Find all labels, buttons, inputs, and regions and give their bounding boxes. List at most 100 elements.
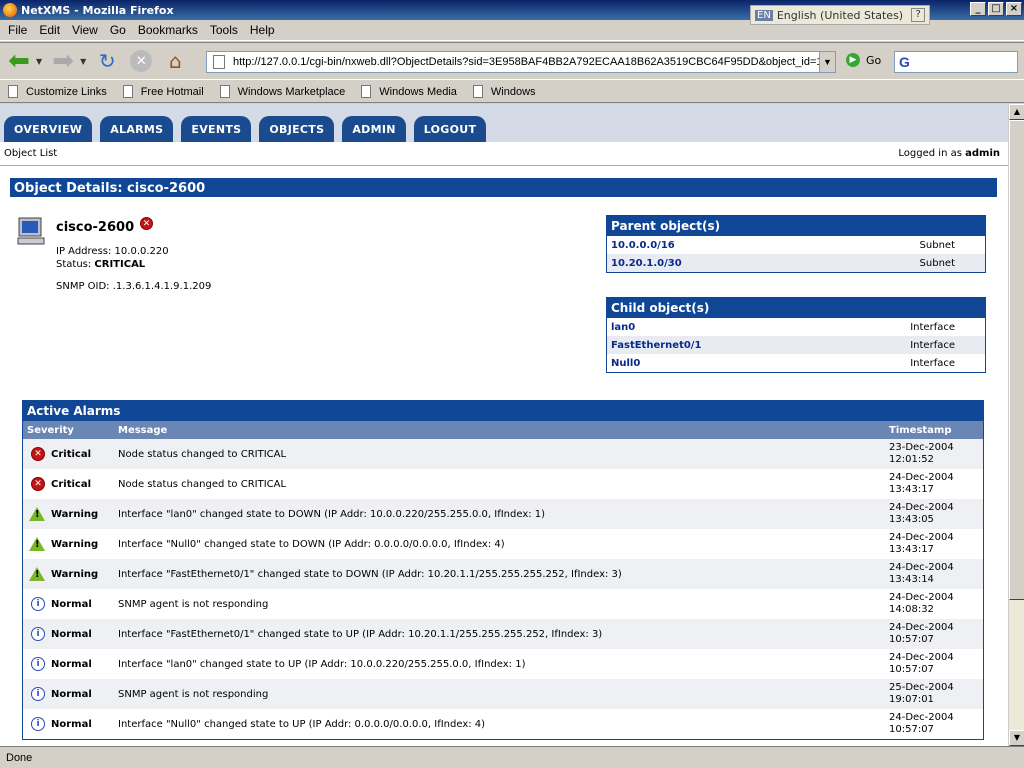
firefox-icon	[3, 3, 17, 17]
forward-dropdown-icon[interactable]: ▼	[80, 57, 86, 66]
minimize-button[interactable]: _	[970, 2, 986, 16]
reload-icon[interactable]: ↻	[92, 46, 122, 76]
page-icon	[213, 55, 225, 69]
bookmark-windows-marketplace[interactable]: Windows Marketplace	[219, 85, 346, 98]
menu-file[interactable]: File	[2, 23, 33, 37]
alarm-row[interactable]: i Normal Interface "FastEthernet0/1" chang…	[23, 619, 983, 649]
alarm-severity: ✕ Critical	[23, 447, 118, 461]
alarm-date: 24-Dec-2004	[889, 712, 954, 723]
maximize-button[interactable]: □	[988, 2, 1004, 16]
stop-button[interactable]: ✕	[126, 46, 156, 76]
tab-events[interactable]: EVENTS	[181, 116, 252, 142]
bookmark-windows[interactable]: Windows	[472, 85, 536, 98]
child-object-link[interactable]: Null0	[611, 358, 640, 369]
address-url[interactable]: http://127.0.0.1/cgi-bin/nxweb.dll?Objec…	[233, 56, 819, 68]
active-alarms-title: Active Alarms	[23, 401, 983, 421]
tab-logout[interactable]: LOGOUT	[413, 116, 487, 142]
severity-column-header[interactable]: Severity	[23, 425, 118, 436]
alarm-severity: ✕ Critical	[23, 477, 118, 491]
warning-icon	[29, 567, 45, 581]
menu-view[interactable]: View	[66, 23, 104, 37]
vertical-scrollbar[interactable]: ▲ ▼	[1008, 104, 1024, 746]
scroll-up-icon[interactable]: ▲	[1009, 104, 1024, 120]
alarm-time: 10:57:07	[889, 664, 934, 675]
tab-overview[interactable]: OVERVIEW	[4, 116, 93, 142]
alarm-row[interactable]: ✕ Critical Node status changed to CRITICAL…	[23, 439, 983, 469]
bookmark-page-icon	[8, 85, 18, 98]
alarm-timestamp: 24-Dec-2004 13:43:05	[889, 502, 983, 526]
menu-tools[interactable]: Tools	[204, 23, 244, 37]
alarm-date: 24-Dec-2004	[889, 502, 954, 513]
window-title-bar: NetXMS - Mozilla Firefox EN English (Uni…	[0, 0, 1024, 25]
logged-in-label: Logged in as	[898, 148, 962, 159]
critical-icon: ✕	[31, 477, 45, 491]
alarm-time: 13:43:17	[889, 544, 934, 555]
info-icon: i	[31, 597, 45, 611]
window-title: NetXMS - Mozilla Firefox	[21, 3, 174, 17]
alarm-date: 24-Dec-2004	[889, 592, 954, 603]
node-info: IP Address: 10.0.0.220 Status: CRITICAL	[56, 245, 169, 271]
alarm-row[interactable]: i Normal SNMP agent is not responding 24-De…	[23, 589, 983, 619]
alarm-date: 24-Dec-2004	[889, 622, 954, 633]
parent-objects-list: 10.0.0.0/16 Subnet 10.20.1.0/30 Subnet	[607, 236, 985, 272]
child-object-link[interactable]: lan0	[611, 322, 635, 333]
forward-icon[interactable]: ➡	[48, 46, 78, 76]
alarm-timestamp: 24-Dec-2004 10:57:07	[889, 652, 983, 676]
alarm-date: 24-Dec-2004	[889, 472, 954, 483]
bookmark-windows-media[interactable]: Windows Media	[361, 85, 457, 98]
bookmark-customize-links[interactable]: Customize Links	[8, 85, 107, 98]
alarm-row[interactable]: Warning Interface "lan0" changed state to…	[23, 499, 983, 529]
alarm-time: 13:43:14	[889, 574, 934, 585]
menu-go[interactable]: Go	[104, 23, 132, 37]
go-button[interactable]: ▶ Go	[846, 53, 881, 67]
scroll-thumb[interactable]	[1009, 120, 1024, 600]
alarm-message: Interface "lan0" changed state to UP (IP…	[118, 658, 526, 670]
menu-edit[interactable]: Edit	[33, 23, 66, 37]
alarm-row[interactable]: i Normal SNMP agent is not responding 25-De…	[23, 679, 983, 709]
child-objects-list: lan0 Interface FastEthernet0/1 Interface…	[607, 318, 985, 372]
tab-objects[interactable]: OBJECTS	[259, 116, 335, 142]
parent-object-type: Subnet	[919, 257, 955, 269]
bookmark-label: Windows Marketplace	[237, 85, 346, 98]
bookmark-page-icon	[122, 85, 133, 98]
critical-icon: ✕	[31, 447, 45, 461]
web-content: OVERVIEW ALARMS EVENTS OBJECTS ADMIN LOG…	[0, 104, 1008, 746]
menu-bookmarks[interactable]: Bookmarks	[132, 23, 204, 37]
alarm-row[interactable]: Warning Interface "Null0" changed state t…	[23, 529, 983, 559]
address-bar[interactable]: http://127.0.0.1/cgi-bin/nxweb.dll?Objec…	[206, 51, 836, 73]
alarm-row[interactable]: i Normal Interface "lan0" changed state to…	[23, 649, 983, 679]
address-dropdown-icon[interactable]: ▼	[819, 52, 835, 72]
alarm-row[interactable]: i Normal Interface "Null0" changed state t…	[23, 709, 983, 739]
tab-admin[interactable]: ADMIN	[342, 116, 406, 142]
alarm-severity: Warning	[23, 507, 118, 521]
object-list-link[interactable]: Object List	[4, 148, 57, 159]
alarm-severity: Warning	[23, 567, 118, 581]
close-button[interactable]: ×	[1006, 2, 1022, 16]
alarm-timestamp: 24-Dec-2004 13:43:14	[889, 562, 983, 586]
sub-navigation: Object List Logged in as admin	[0, 142, 1008, 166]
alarm-date: 25-Dec-2004	[889, 682, 954, 693]
bookmark-free-hotmail[interactable]: Free Hotmail	[122, 85, 204, 98]
scroll-down-icon[interactable]: ▼	[1009, 730, 1024, 746]
home-icon[interactable]: ⌂	[160, 46, 190, 76]
alarm-row[interactable]: Warning Interface "FastEthernet0/1" chang…	[23, 559, 983, 589]
back-icon[interactable]: ⬅	[4, 46, 34, 76]
alarm-timestamp: 23-Dec-2004 12:01:52	[889, 442, 983, 466]
message-column-header[interactable]: Message	[118, 425, 889, 436]
parent-object-link[interactable]: 10.0.0.0/16	[611, 240, 675, 251]
status-row: Status: CRITICAL	[56, 258, 169, 271]
ip-value: 10.0.0.220	[114, 246, 169, 257]
timestamp-column-header[interactable]: Timestamp	[889, 425, 983, 436]
alarm-date: 24-Dec-2004	[889, 562, 954, 573]
parent-object-link[interactable]: 10.20.1.0/30	[611, 258, 682, 269]
snmp-oid-row: SNMP OID: .1.3.6.1.4.1.9.1.209	[56, 281, 211, 292]
tab-alarms[interactable]: ALARMS	[100, 116, 174, 142]
go-icon: ▶	[846, 53, 860, 67]
child-objects-title: Child object(s)	[607, 298, 985, 318]
alarm-row[interactable]: ✕ Critical Node status changed to CRITICAL…	[23, 469, 983, 499]
search-input[interactable]: G	[894, 51, 1018, 73]
menu-help[interactable]: Help	[244, 23, 281, 37]
back-dropdown-icon[interactable]: ▼	[36, 57, 42, 66]
child-object-link[interactable]: FastEthernet0/1	[611, 340, 701, 351]
alarms-header-row: Severity Message Timestamp	[23, 421, 983, 439]
